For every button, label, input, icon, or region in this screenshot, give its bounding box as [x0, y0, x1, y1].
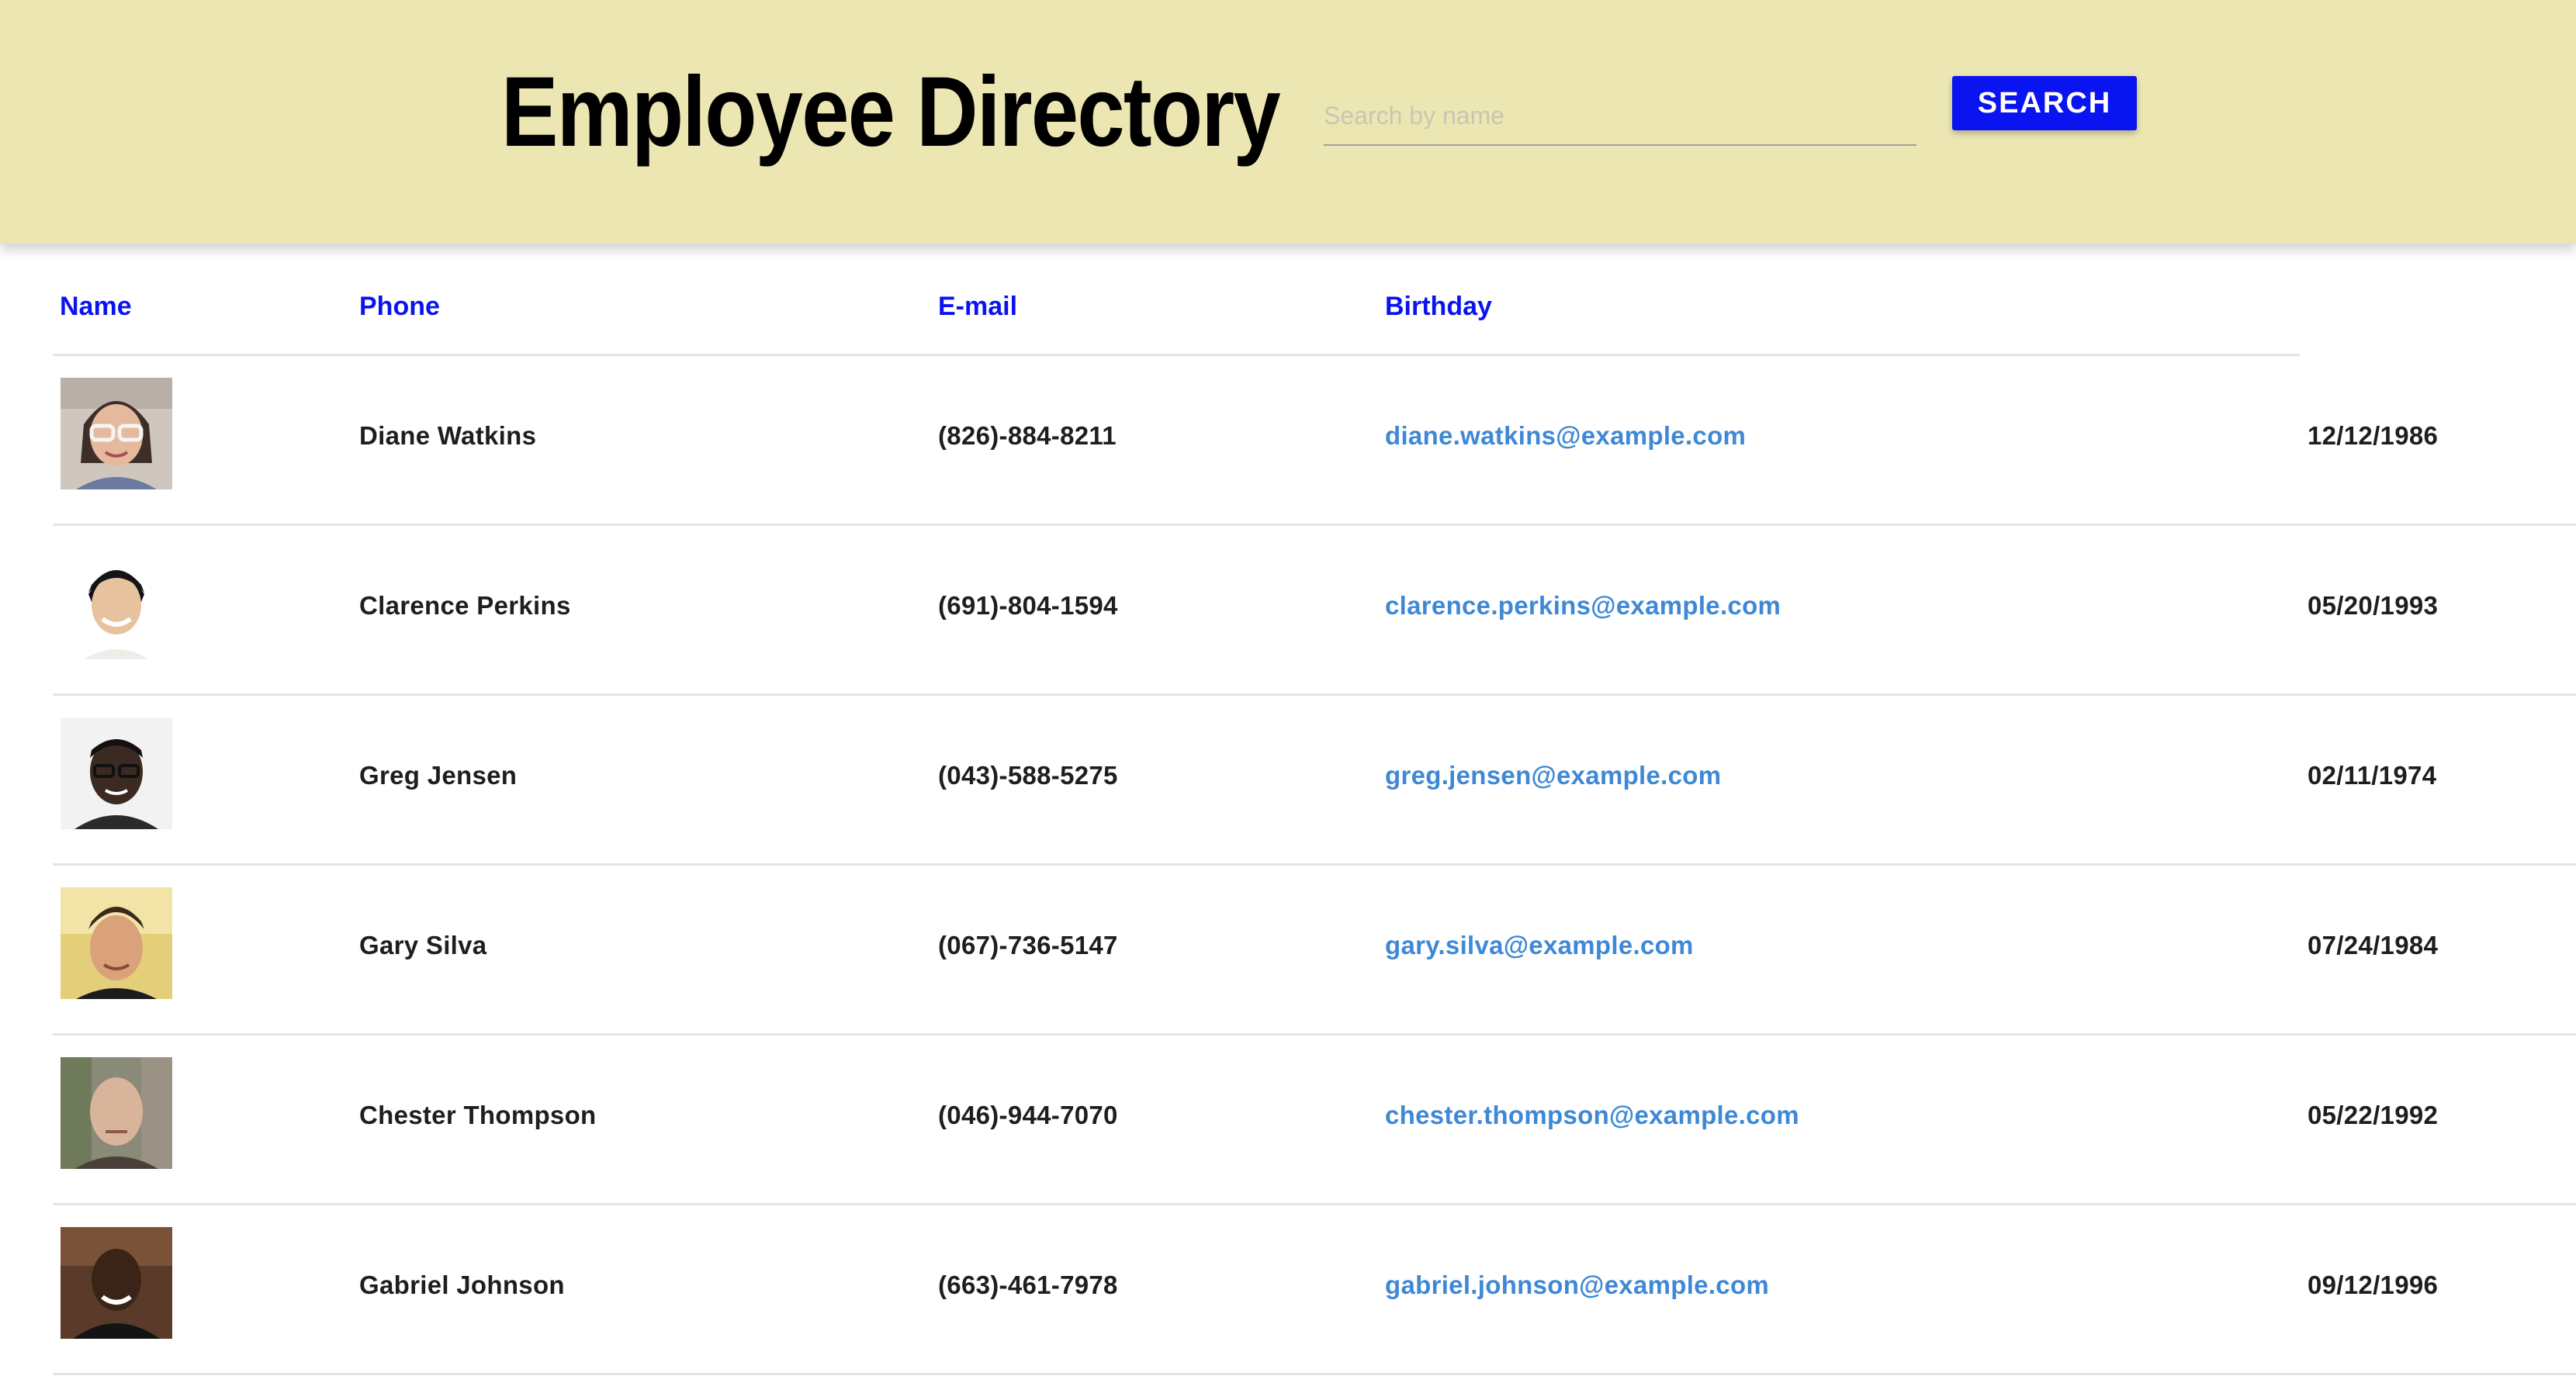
table-row: Gabriel Johnson (663)-461-7978 gabriel.j… — [53, 1205, 2576, 1375]
table-row: Diane Watkins (826)-884-8211 diane.watki… — [53, 356, 2576, 526]
column-header-name[interactable]: Name — [60, 292, 132, 322]
employee-name: Chester Thompson — [359, 1101, 597, 1129]
employee-birthday: 12/12/1986 — [2308, 421, 2439, 450]
employee-phone: (691)-804-1594 — [938, 591, 1118, 620]
employee-birthday: 09/12/1996 — [2308, 1271, 2439, 1299]
employee-phone: (043)-588-5275 — [938, 761, 1118, 790]
avatar — [61, 378, 172, 489]
employee-phone: (663)-461-7978 — [938, 1271, 1118, 1299]
table-header-row: Name Phone E-mail Birthday — [53, 244, 2300, 356]
avatar — [61, 1057, 172, 1169]
table-row: Chester Thompson (046)-944-7070 chester.… — [53, 1035, 2576, 1205]
employee-name: Greg Jensen — [359, 761, 518, 790]
column-header-birthday[interactable]: Birthday — [1385, 292, 1492, 322]
header-bar: Employee Directory SEARCH — [0, 0, 2576, 244]
column-header-email[interactable]: E-mail — [938, 292, 1017, 322]
avatar — [61, 887, 172, 999]
employee-table: Name Phone E-mail Birthday Diane Watkins… — [53, 244, 2576, 1375]
search-input[interactable] — [1324, 87, 1916, 146]
employee-name: Gary Silva — [359, 931, 487, 959]
employee-name: Clarence Perkins — [359, 591, 571, 620]
employee-email-link[interactable]: gary.silva@example.com — [1385, 931, 1694, 960]
employee-email-link[interactable]: chester.thompson@example.com — [1385, 1101, 1799, 1130]
employee-birthday: 05/20/1993 — [2308, 591, 2439, 620]
avatar — [61, 548, 172, 659]
employee-email-link[interactable]: gabriel.johnson@example.com — [1385, 1271, 1769, 1300]
employee-phone: (046)-944-7070 — [938, 1101, 1118, 1129]
table-row: Gary Silva (067)-736-5147 gary.silva@exa… — [53, 866, 2576, 1035]
avatar — [61, 717, 172, 829]
employee-birthday: 07/24/1984 — [2308, 931, 2439, 959]
employee-name: Gabriel Johnson — [359, 1271, 565, 1299]
table-row: Greg Jensen (043)-588-5275 greg.jensen@e… — [53, 696, 2576, 866]
employee-email-link[interactable]: diane.watkins@example.com — [1385, 421, 1746, 451]
employee-name: Diane Watkins — [359, 421, 537, 450]
column-header-phone[interactable]: Phone — [359, 292, 440, 322]
employee-birthday: 02/11/1974 — [2308, 761, 2437, 790]
employee-phone: (826)-884-8211 — [938, 421, 1117, 450]
employee-email-link[interactable]: clarence.perkins@example.com — [1385, 591, 1781, 621]
employee-birthday: 05/22/1992 — [2308, 1101, 2439, 1129]
search-button[interactable]: SEARCH — [1952, 76, 2137, 130]
page-title: Employee Directory — [501, 57, 1281, 168]
employee-phone: (067)-736-5147 — [938, 931, 1118, 959]
table-row: Clarence Perkins (691)-804-1594 clarence… — [53, 526, 2576, 696]
avatar — [61, 1227, 172, 1339]
employee-email-link[interactable]: greg.jensen@example.com — [1385, 761, 1721, 790]
